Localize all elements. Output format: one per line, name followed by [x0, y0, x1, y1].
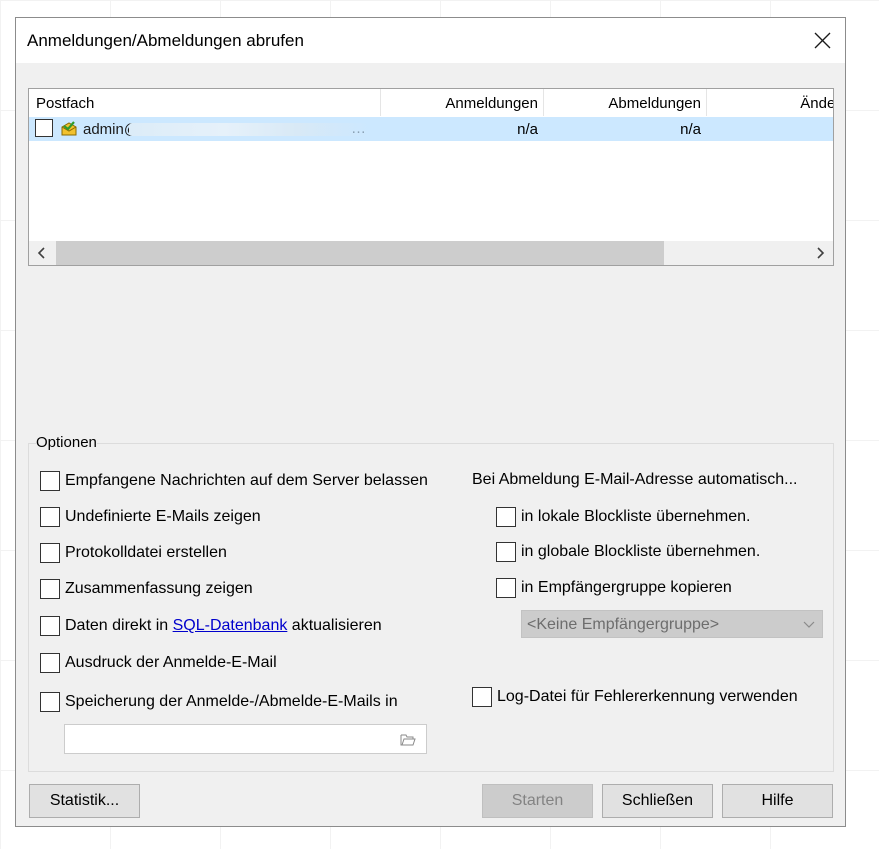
checkbox-box[interactable] [40, 507, 60, 527]
help-button[interactable]: Hilfe [722, 784, 833, 818]
checkbox-label: Empfangene Nachrichten auf dem Server be… [65, 472, 428, 489]
column-header-postfach[interactable]: Postfach [29, 89, 381, 116]
mailbox-icon [61, 121, 77, 136]
scroll-right-button[interactable] [807, 241, 833, 265]
scroll-left-icon [37, 247, 45, 259]
scroll-right-icon [817, 247, 825, 259]
sql-database-link[interactable]: SQL-Datenbank [173, 617, 288, 634]
checkbox-box[interactable] [496, 507, 516, 527]
start-button[interactable]: Starten [482, 784, 593, 818]
close-button[interactable] [799, 18, 845, 63]
auto-unsubscribe-heading: Bei Abmeldung E-Mail-Adresse automatisch… [472, 471, 798, 488]
checkbox-label: in lokale Blockliste übernehmen. [521, 508, 751, 525]
checkbox-box[interactable] [40, 692, 60, 712]
checkbox-label: in globale Blockliste übernehmen. [521, 543, 761, 560]
title-bar: Anmeldungen/Abmeldungen abrufen [16, 18, 845, 63]
scroll-left-button[interactable] [29, 241, 55, 265]
checkbox-box[interactable] [496, 542, 516, 562]
checkbox-label: in Empfängergruppe kopieren [521, 579, 732, 596]
checkbox-box[interactable] [40, 579, 60, 599]
table-row[interactable]: admin@ … n/a n/a [29, 117, 833, 141]
list-header: Postfach Anmeldungen Abmeldungen Änderun [29, 89, 833, 116]
column-header-abmeldungen[interactable]: Abmeldungen [544, 89, 707, 116]
options-group-label: Optionen [36, 434, 97, 451]
column-header-anmeldungen[interactable]: Anmeldungen [381, 89, 544, 116]
checkbox-box[interactable] [496, 578, 516, 598]
checkbox-label: Daten direkt in SQL-Datenbank aktualisie… [65, 617, 382, 635]
label-prefix: Daten direkt in [65, 617, 173, 634]
recipient-group-select[interactable]: <Keine Empfängergruppe> [521, 610, 823, 638]
checkbox-box[interactable] [40, 543, 60, 563]
checkbox-box[interactable] [40, 653, 60, 673]
dialog-title: Anmeldungen/Abmeldungen abrufen [27, 31, 304, 50]
save-path-input[interactable] [64, 724, 427, 754]
folder-open-icon[interactable] [400, 733, 416, 746]
checkbox-label: Ausdruck der Anmelde-E-Mail [65, 654, 277, 671]
statistics-button[interactable]: Statistik... [29, 784, 140, 818]
horizontal-scrollbar[interactable] [29, 241, 833, 265]
label-suffix: aktualisieren [287, 617, 382, 634]
scrollbar-thumb[interactable] [56, 241, 664, 265]
abmeldungen-value: n/a [680, 121, 701, 138]
mailbox-list[interactable]: Postfach Anmeldungen Abmeldungen Änderun… [28, 88, 834, 266]
chevron-down-icon [803, 621, 815, 628]
checkbox-label: Protokolldatei erstellen [65, 544, 227, 561]
anmeldungen-value: n/a [517, 121, 538, 138]
checkbox-box[interactable] [472, 687, 492, 707]
truncation-ellipsis: … [351, 120, 367, 137]
checkbox-box[interactable] [40, 616, 60, 636]
close-icon [814, 32, 831, 49]
checkbox-label: Undefinierte E-Mails zeigen [65, 508, 261, 525]
recipient-group-value: <Keine Empfängergruppe> [527, 616, 720, 633]
column-header-aenderungen[interactable]: Änderun [707, 89, 833, 116]
fetch-subscriptions-dialog: Anmeldungen/Abmeldungen abrufen Postfach… [15, 17, 846, 827]
redacted-address [129, 123, 369, 136]
checkbox-label: Zusammenfassung zeigen [65, 580, 253, 597]
options-group [28, 443, 834, 772]
close-dialog-button[interactable]: Schließen [602, 784, 713, 818]
row-checkbox[interactable] [35, 119, 53, 137]
checkbox-box[interactable] [40, 471, 60, 491]
checkbox-label: Log-Datei für Fehlererkennung verwenden [497, 688, 798, 705]
checkbox-label: Speicherung der Anmelde-/Abmelde-E-Mails… [65, 693, 398, 710]
